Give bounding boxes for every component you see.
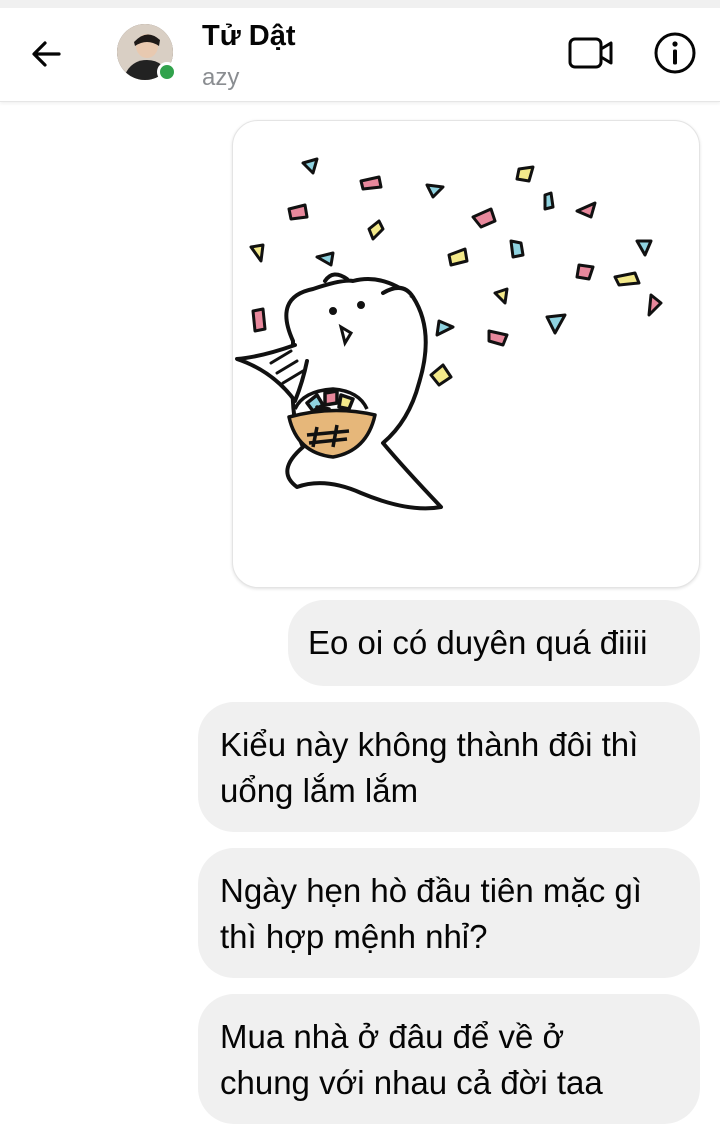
- message-text: Kiểu này không thành đôi thì: [220, 726, 639, 763]
- back-button[interactable]: [22, 30, 70, 78]
- video-call-button[interactable]: [566, 30, 616, 76]
- arrow-left-icon: [32, 41, 61, 67]
- contact-name[interactable]: Tử Dật: [202, 20, 296, 53]
- contact-status: azy: [202, 64, 240, 91]
- message-text: thì hợp mệnh nhỉ?: [220, 918, 488, 955]
- info-button[interactable]: [652, 30, 698, 76]
- message-bubble[interactable]: Kiểu này không thành đôi thì uổng lắm lắ…: [198, 702, 700, 832]
- message-text: Mua nhà ở đâu để về ở: [220, 1018, 565, 1055]
- message-text: chung với nhau cả đời taa: [220, 1064, 603, 1101]
- status-strip: [0, 0, 720, 8]
- message-bubble[interactable]: Eo oi có duyên quá điiii: [288, 600, 700, 686]
- video-camera-icon: [568, 37, 613, 69]
- message-bubble[interactable]: Ngày hẹn hò đầu tiên mặc gì thì hợp mệnh…: [198, 848, 700, 978]
- message-text: Ngày hẹn hò đầu tiên mặc gì: [220, 872, 642, 909]
- conversation-header: Tử Dật azy: [0, 8, 720, 102]
- online-status-dot: [157, 62, 177, 82]
- info-icon: [654, 32, 696, 74]
- cat-confetti-sticker: [235, 157, 663, 511]
- sticker-message[interactable]: [232, 120, 700, 588]
- message-bubble[interactable]: Mua nhà ở đâu để về ở chung với nhau cả …: [198, 994, 700, 1124]
- message-text: uổng lắm lắm: [220, 772, 419, 809]
- contact-avatar[interactable]: [117, 24, 177, 82]
- message-text: Eo oi có duyên quá điiii: [308, 624, 648, 661]
